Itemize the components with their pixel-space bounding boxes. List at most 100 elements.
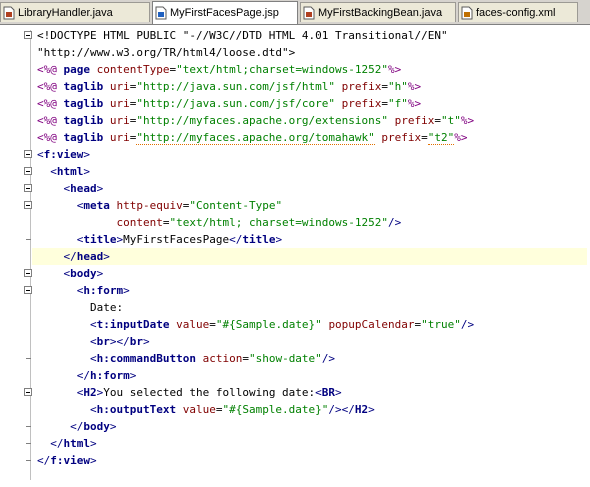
- code-token-punc: </: [50, 437, 64, 450]
- code-token-attr: value: [176, 318, 210, 331]
- code-token-dir: %>: [454, 131, 468, 144]
- code-line[interactable]: <H2>You selected the following date:<BR>: [37, 384, 587, 401]
- tab-faces-config-xml[interactable]: faces-config.xml: [458, 2, 578, 22]
- code-token-punc: >: [142, 335, 150, 348]
- code-token-punc: >: [123, 284, 130, 297]
- code-token-text: You selected the following date:: [103, 386, 316, 399]
- code-line[interactable]: </head>: [32, 248, 587, 265]
- code-token-tag: f:view: [43, 148, 84, 161]
- jsp-file-icon: [155, 6, 167, 20]
- code-token-val: "Content-Type": [189, 199, 283, 212]
- code-line[interactable]: </body>: [37, 418, 587, 435]
- code-line[interactable]: <f:view>: [37, 146, 587, 163]
- code-token-tag: html: [56, 165, 84, 178]
- code-token-attr: uri: [109, 131, 130, 144]
- tab-myfirstfacespage-jsp[interactable]: MyFirstFacesPage.jsp: [152, 1, 298, 24]
- code-token-punc: >: [129, 369, 137, 382]
- code-token-dir: <%@: [37, 80, 64, 93]
- code-line[interactable]: <meta http-equiv="Content-Type": [37, 197, 587, 214]
- code-line[interactable]: <head>: [37, 180, 587, 197]
- code-line[interactable]: <%@ taglib uri="http://java.sun.com/jsf/…: [37, 78, 587, 95]
- code-line[interactable]: <br></br>: [37, 333, 587, 350]
- code-line[interactable]: <!DOCTYPE HTML PUBLIC "-//W3C//DTD HTML …: [37, 27, 587, 44]
- code-line[interactable]: <html>: [37, 163, 587, 180]
- code-line[interactable]: <%@ taglib uri="http://java.sun.com/jsf/…: [37, 95, 587, 112]
- code-token-tag: H2: [354, 403, 369, 416]
- fold-toggle-icon[interactable]: [24, 184, 32, 192]
- code-token-punc: <: [37, 148, 44, 161]
- code-token-text: MyFirstFacesPage: [123, 233, 230, 246]
- code-token-val: "http://java.sun.com/jsf/html": [136, 80, 336, 93]
- fold-toggle-icon[interactable]: [24, 286, 32, 294]
- code-token-text: "http://www.w3.org/TR/html4/loose.dtd">: [37, 46, 296, 59]
- code-token-punc: >: [90, 454, 97, 467]
- code-token-attr: content: [116, 216, 163, 229]
- tab-myfirstbackingbean-java[interactable]: MyFirstBackingBean.java: [300, 2, 456, 22]
- code-token-attr: uri: [109, 114, 130, 127]
- code-line[interactable]: <h:outputText value="#{Sample.date}"/></…: [37, 401, 587, 418]
- fold-end-marker: [26, 460, 31, 461]
- code-token-punc: >: [90, 437, 97, 450]
- tab-label: MyFirstFacesPage.jsp: [170, 7, 279, 19]
- tab-label: faces-config.xml: [476, 6, 556, 19]
- code-token-val: "t2": [427, 131, 455, 145]
- code-token-dir: %>: [460, 114, 475, 127]
- code-token-attr: uri: [109, 97, 130, 110]
- code-line[interactable]: "http://www.w3.org/TR/html4/loose.dtd">: [37, 44, 587, 61]
- code-token-tag: f:view: [50, 454, 90, 467]
- code-token-tag: taglib: [63, 80, 110, 93]
- code-token-tag: body: [70, 267, 97, 280]
- code-line[interactable]: <%@ taglib uri="http://myfaces.apache.or…: [37, 112, 587, 129]
- code-token-punc: /></: [328, 403, 355, 416]
- code-token-val: "show-date": [248, 352, 322, 365]
- code-token-punc: <: [89, 318, 97, 331]
- code-line[interactable]: <h:form>: [37, 282, 587, 299]
- code-line[interactable]: <%@ taglib uri="http://myfaces.apache.or…: [37, 129, 587, 146]
- java-file-icon: [303, 6, 315, 20]
- code-line[interactable]: </h:form>: [37, 367, 587, 384]
- code-token-tag: h:form: [83, 284, 124, 297]
- fold-toggle-icon[interactable]: [24, 201, 32, 209]
- code-line[interactable]: <title>MyFirstFacesPage</title>: [37, 231, 587, 248]
- code-token-punc: </: [37, 454, 51, 467]
- code-token-tag: page: [63, 63, 97, 76]
- code-token-punc: >: [96, 267, 104, 280]
- fold-end-marker: [26, 239, 31, 240]
- code-line[interactable]: </f:view>: [37, 452, 587, 469]
- code-token-tag: BR: [321, 386, 336, 399]
- code-token-punc: >: [96, 182, 104, 195]
- code-line[interactable]: </html>: [37, 435, 587, 452]
- code-token-attr: contentType: [96, 63, 170, 76]
- code-token-text: =: [421, 131, 428, 144]
- code-token-val: "t": [441, 114, 461, 127]
- fold-end-marker: [26, 443, 31, 444]
- code-token-punc: </: [63, 250, 77, 263]
- code-token-dir: %>: [388, 63, 402, 76]
- code-line[interactable]: content="text/html; charset=windows-1252…: [37, 214, 587, 231]
- code-line[interactable]: <body>: [37, 265, 587, 282]
- code-line[interactable]: <t:inputDate value="#{Sample.date}" popu…: [37, 316, 587, 333]
- code-line[interactable]: <h:commandButton action="show-date"/>: [37, 350, 587, 367]
- code-token-dir: <%@: [37, 97, 64, 110]
- fold-toggle-icon[interactable]: [24, 31, 32, 39]
- code-token-attr: http-equiv: [116, 199, 183, 212]
- fold-toggle-icon[interactable]: [24, 388, 32, 396]
- code-editor[interactable]: <!DOCTYPE HTML PUBLIC "-//W3C//DTD HTML …: [0, 25, 590, 487]
- fold-toggle-icon[interactable]: [24, 269, 32, 277]
- code-token-dir: %>: [407, 97, 422, 110]
- code-token-punc: />: [321, 352, 336, 365]
- code-token-val: "http://java.sun.com/jsf/core": [136, 97, 336, 110]
- code-token-val: "http://myfaces.apache.org/tomahawk": [136, 131, 375, 145]
- fold-toggle-icon[interactable]: [24, 150, 32, 158]
- fold-toggle-icon[interactable]: [24, 167, 32, 175]
- code-token-punc: ></: [109, 335, 130, 348]
- code-line[interactable]: Date:: [37, 299, 587, 316]
- code-token-tag: meta: [83, 199, 117, 212]
- tab-libraryhandler-java[interactable]: LibraryHandler.java: [0, 2, 150, 22]
- code-line[interactable]: <%@ page contentType="text/html;charset=…: [37, 61, 587, 78]
